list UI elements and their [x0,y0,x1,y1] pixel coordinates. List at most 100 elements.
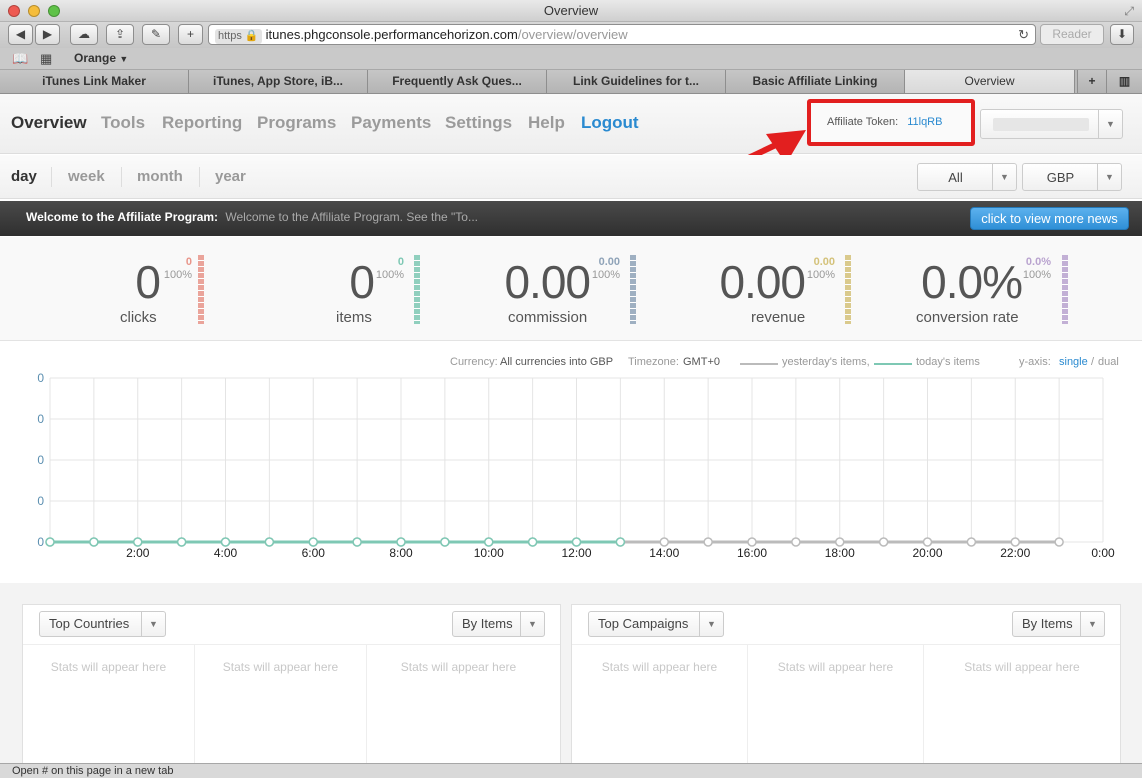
forward-button[interactable]: ▶ [35,24,60,45]
nav-help[interactable]: Help [528,113,565,133]
top-sites-icon[interactable]: ▦ [40,48,52,69]
period-month[interactable]: month [137,168,183,185]
campaigns-sort-select[interactable]: By Items ▼ [1012,611,1105,637]
chevron-down-icon: ▼ [1097,164,1121,190]
stat-items: 0 items 0 100% [310,237,510,341]
stat-value: 0 [349,256,375,308]
icloud-tabs-button[interactable]: ☁ [70,24,98,45]
timezone-value: GMT+0 [683,356,720,368]
data-point [922,537,933,547]
account-select[interactable]: ▼ [980,109,1123,139]
reload-icon[interactable]: ↻ [1018,25,1029,44]
stats-placeholder: Stats will appear here [748,645,924,767]
data-point [264,537,275,547]
data-point [440,537,450,547]
tab-basic-affiliate-linking[interactable]: Basic Affiliate Linking [726,70,905,93]
panel-header: Top Countries ▼ By Items ▼ [23,605,560,645]
stat-bar [630,255,636,324]
fullscreen-icon[interactable]: ⤢ [1124,0,1134,22]
filter-select-value: All [948,170,963,185]
downloads-button[interactable]: ⬇ [1110,24,1134,45]
period-day[interactable]: day [11,168,37,185]
legend-today: today's items [916,356,980,368]
forward-icon: ▶ [42,27,53,41]
settings-button[interactable]: ✎ [142,24,170,45]
stats-placeholder: Stats will appear here [964,660,1080,674]
nav-tools[interactable]: Tools [101,113,145,133]
yaxis-separator: / [1091,356,1095,368]
top-countries-select[interactable]: Top Countries ▼ [39,611,166,637]
countries-sort-value: By Items [462,616,513,631]
stat-value: 0.00 [719,256,806,308]
affiliate-token-value[interactable]: 11lqRB [907,116,942,128]
stat-value: 0 [135,256,161,308]
panel-header: Top Campaigns ▼ By Items ▼ [572,605,1120,645]
nav-logout[interactable]: Logout [581,113,639,133]
currency-select[interactable]: GBP ▼ [1022,163,1122,191]
tab-itunes-link-maker[interactable]: iTunes Link Maker [0,70,189,93]
tab-overview-icon[interactable]: ▥ [1107,70,1142,93]
period-week[interactable]: week [68,168,105,185]
currency-value: All currencies into GBP [500,356,614,368]
new-tab-button[interactable]: + [1077,70,1107,93]
countries-sort-select[interactable]: By Items ▼ [452,611,545,637]
x-tick-label: 12:00 [561,546,591,560]
share-button[interactable]: ⇪ [106,24,134,45]
data-point [615,537,626,547]
zoom-window-button[interactable] [48,5,60,17]
stat-label: revenue [751,309,806,326]
reading-list-icon[interactable]: 📖 [12,48,28,69]
data-point [703,537,713,547]
back-icon: ◀ [15,27,26,41]
stat-percent: 100% [163,269,192,281]
yaxis-dual-link[interactable]: dual [1098,356,1119,368]
x-tick-label: 16:00 [737,546,767,560]
currency-select-value: GBP [1046,170,1075,185]
stat-value: 0.0% [921,256,1023,308]
bookmark-folder-orange[interactable]: Orange ▼ [74,48,128,70]
top-countries-title: Top Countries [49,616,130,631]
y-tick-label: 0 [37,453,44,467]
bottom-panels: Top Countries ▼ By Items ▼ Stats will ap… [0,583,1142,767]
url-host: itunes.phgconsole.performancehorizon.com [265,27,518,42]
divider [51,167,52,187]
tab-link-guidelines[interactable]: Link Guidelines for t... [547,70,726,93]
tab-overview[interactable]: Overview [905,70,1075,93]
top-campaigns-select[interactable]: Top Campaigns ▼ [588,611,724,637]
nav-programs[interactable]: Programs [257,113,336,133]
filter-select[interactable]: All ▼ [917,163,1017,191]
window-titlebar: Overview ⤢ [0,0,1142,22]
add-bookmark-button[interactable]: + [178,24,203,45]
minimize-window-button[interactable] [28,5,40,17]
nav-reporting[interactable]: Reporting [162,113,242,133]
stats-placeholder: Stats will appear here [23,645,195,767]
tab-itunes-app-store[interactable]: iTunes, App Store, iB... [189,70,368,93]
stat-change: 0 [185,256,192,268]
address-bar[interactable]: https 🔒 itunes.phgconsole.performancehori… [208,24,1036,45]
y-tick-label: 0 [37,494,44,508]
nav-settings[interactable]: Settings [445,113,512,133]
more-news-button[interactable]: click to view more news [970,207,1129,230]
reader-button[interactable]: Reader [1040,24,1104,45]
stat-conversion-rate: 0.0% conversion rate 0.0% 100% [905,237,1105,341]
nav-payments[interactable]: Payments [351,113,431,133]
stat-percent: 100% [806,269,835,281]
chevron-down-icon: ▼ [141,612,165,636]
stats-placeholder: Stats will appear here [400,660,517,674]
divider [199,167,200,187]
plus-icon: + [186,27,194,41]
back-button[interactable]: ◀ [8,24,33,45]
yaxis-single-link[interactable]: single [1059,356,1088,368]
nav-overview[interactable]: Overview [11,113,87,133]
period-year[interactable]: year [215,168,246,185]
tab-faq[interactable]: Frequently Ask Ques... [368,70,547,93]
stat-label: commission [508,309,588,326]
divider [121,167,122,187]
tab-bar: iTunes Link Maker iTunes, App Store, iB.… [0,70,1142,94]
chevron-down-icon: ▼ [1080,612,1104,636]
x-tick-label: 20:00 [912,546,942,560]
x-tick-label: 6:00 [302,546,326,560]
close-window-button[interactable] [8,5,20,17]
data-point [1010,537,1020,547]
data-point [484,537,494,547]
